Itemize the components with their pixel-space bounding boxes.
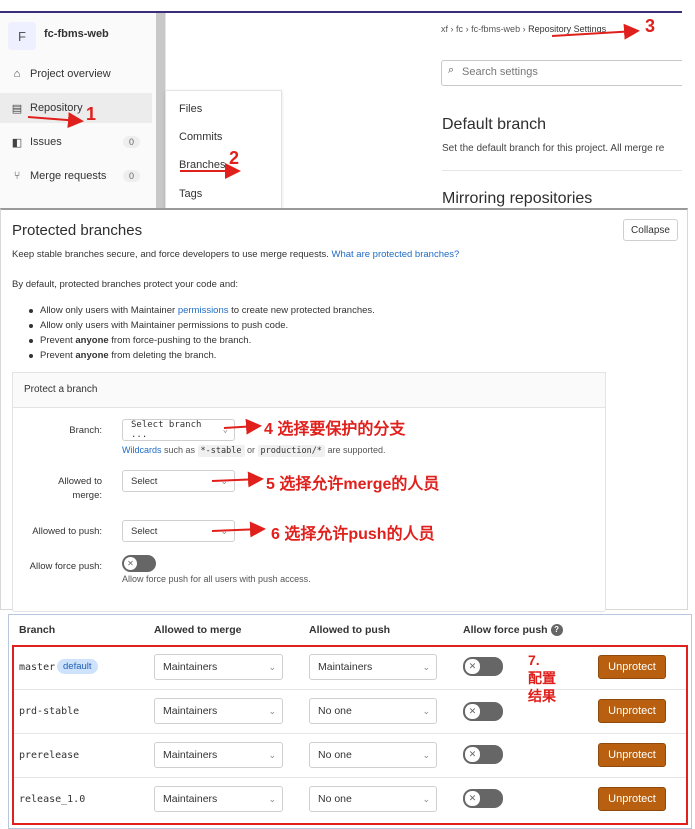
annotation-step-2: 2 [229, 148, 240, 168]
protected-intro: Keep stable branches secure, and force d… [12, 249, 459, 260]
force-push-toggle[interactable]: ✕ [122, 555, 156, 572]
column-header-allowed-to-merge: Allowed to merge [154, 624, 242, 636]
close-icon: ✕ [124, 557, 137, 570]
annotation-step-1: 1 [86, 104, 97, 124]
intro-text: Keep stable branches secure, and force d… [12, 249, 332, 260]
protected-branches-title: Protected branches [12, 222, 143, 239]
column-header-allowed-to-push: Allowed to push [309, 624, 391, 636]
permissions-link[interactable]: permissions [178, 305, 229, 316]
protect-branch-heading: Protect a branch [24, 384, 98, 395]
protection-rules-list: Allow only users with Maintainer permiss… [27, 303, 375, 363]
question-icon[interactable]: ? [550, 624, 563, 637]
protect-branch-header [12, 372, 606, 408]
list-item: Prevent anyone from force-pushing to the… [27, 333, 375, 348]
annotation-result-frame [12, 645, 688, 825]
annotation-step-3: 3 [645, 16, 656, 36]
allow-force-push-label: Allow force push: [29, 561, 102, 572]
column-header-branch: Branch [19, 624, 56, 636]
annotation-arrows-panel1 [27, 23, 640, 179]
list-item: Allow only users with Maintainer permiss… [27, 318, 375, 333]
what-are-protected-branches-link[interactable]: What are protected branches? [332, 249, 460, 260]
column-header-allow-force-push: Allow force push? [463, 624, 563, 637]
force-push-help: Allow force push for all users with push… [122, 574, 311, 584]
list-item: Allow only users with Maintainer permiss… [27, 303, 375, 318]
collapse-button[interactable]: Collapse [623, 219, 678, 241]
annotation-step-4: 4 选择要保护的分支 [264, 421, 406, 438]
annotation-step-5: 5 选择允许merge的人员 [266, 476, 440, 493]
list-item: Prevent anyone from deleting the branch. [27, 348, 375, 363]
annotation-step-7: 7. 配置 结果 [528, 652, 556, 704]
protected-default-text: By default, protected branches protect y… [12, 279, 239, 290]
annotation-step-6: 6 选择允许push的人员 [271, 526, 435, 543]
